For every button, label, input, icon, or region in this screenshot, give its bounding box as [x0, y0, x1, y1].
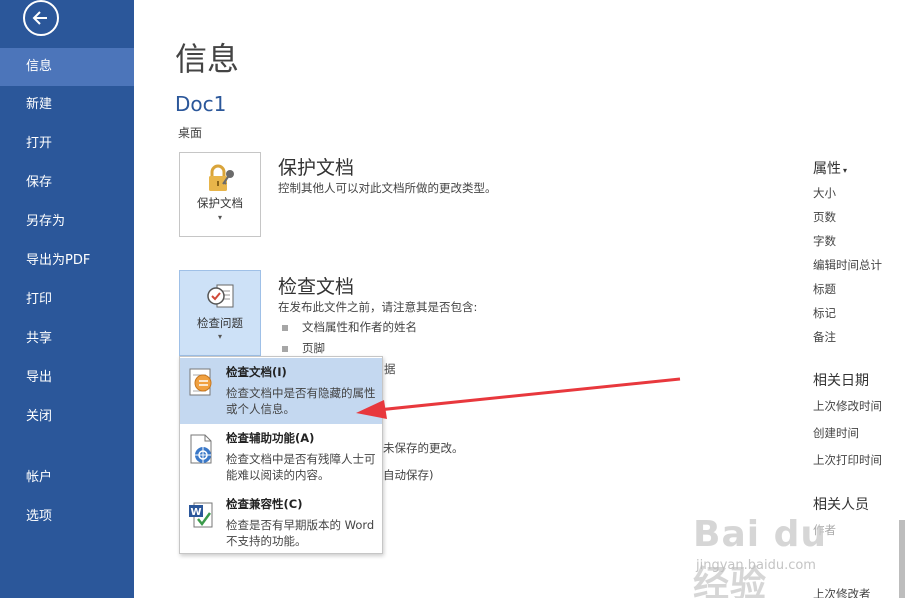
inspect-bullet-3-partial: 据	[384, 362, 396, 376]
accessibility-checker-icon	[190, 434, 212, 464]
sidebar-item-info[interactable]: 信息	[0, 48, 134, 86]
protect-document-title: 保护文档	[278, 157, 355, 179]
property-words: 字数	[813, 234, 836, 248]
inspect-bullet-1: 文档属性和作者的姓名	[282, 319, 417, 335]
date-created: 创建时间	[813, 426, 859, 440]
check-for-issues-menu: 检查文档(I) 检查文档中是否有隐藏的属性或个人信息。 检查辅助功能(A) 检查…	[179, 356, 383, 554]
property-size: 大小	[813, 186, 836, 200]
check-for-issues-button[interactable]: 检查问题 ▾	[179, 270, 261, 356]
inspect-document-desc: 在发布此文件之前，请注意其是否包含:	[278, 300, 478, 314]
menu-item-check-accessibility[interactable]: 检查辅助功能(A) 检查文档中是否有残障人士可能难以阅读的内容。	[180, 424, 382, 490]
property-tags: 标记	[813, 306, 836, 320]
document-name: Doc1	[175, 92, 227, 116]
sidebar-item-export-pdf[interactable]: 导出为PDF	[0, 242, 134, 280]
protect-document-tile-label: 保护文档	[197, 196, 243, 210]
vertical-scrollbar[interactable]	[899, 520, 905, 598]
properties-header-label: 属性	[813, 161, 841, 177]
menu-item-desc: 检查文档中是否有隐藏的属性或个人信息。	[226, 386, 376, 416]
back-button[interactable]	[23, 0, 59, 36]
sidebar-item-save[interactable]: 保存	[0, 164, 134, 202]
watermark-url: jingyan.baidu.com	[696, 558, 816, 573]
menu-item-title: 检查文档(I)	[226, 365, 287, 379]
protect-document-button[interactable]: 保护文档 ▾	[179, 152, 261, 237]
date-last-printed: 上次打印时间	[813, 453, 882, 467]
chevron-down-icon: ▾	[843, 166, 848, 175]
bullet-square-icon	[282, 324, 288, 331]
property-title: 标题	[813, 282, 836, 296]
menu-item-inspect-document[interactable]: 检查文档(I) 检查文档中是否有隐藏的属性或个人信息。	[180, 358, 382, 424]
sidebar-item-close[interactable]: 关闭	[0, 398, 134, 436]
dropdown-caret-icon: ▾	[217, 213, 222, 222]
menu-item-check-compatibility[interactable]: W 检查兼容性(C) 检查是否有早期版本的 Word 不支持的功能。	[180, 490, 382, 556]
protect-document-desc: 控制其他人可以对此文档所做的更改类型。	[278, 181, 497, 195]
sidebar-item-new[interactable]: 新建	[0, 86, 134, 124]
property-comments: 备注	[813, 330, 836, 344]
property-total-editing-time: 编辑时间总计	[813, 258, 882, 272]
lock-key-icon	[209, 164, 234, 191]
inspect-document-icon	[189, 368, 212, 396]
menu-item-title: 检查辅助功能(A)	[226, 431, 315, 445]
backstage-sidebar: 信息 新建 打开 保存 另存为 导出为PDF 打印 共享 导出 关闭 帐户 选项	[0, 0, 134, 598]
sidebar-item-save-as[interactable]: 另存为	[0, 203, 134, 241]
page-title: 信息	[175, 40, 240, 78]
sidebar-item-account[interactable]: 帐户	[0, 459, 134, 497]
sidebar-item-print[interactable]: 打印	[0, 281, 134, 319]
bullet-text: 文档属性和作者的姓名	[302, 320, 417, 334]
sidebar-item-share[interactable]: 共享	[0, 320, 134, 358]
inspect-document-icon	[207, 284, 234, 308]
versions-desc-partial: 未保存的更改。	[383, 441, 464, 455]
menu-item-desc: 检查是否有早期版本的 Word 不支持的功能。	[226, 518, 375, 548]
sidebar-item-export[interactable]: 导出	[0, 359, 134, 397]
bullet-square-icon	[282, 345, 288, 352]
inspect-bullet-2: 页脚	[282, 340, 325, 356]
dropdown-caret-icon: ▾	[217, 332, 222, 341]
watermark-logo: Bai du 经验	[693, 514, 828, 598]
baidu-jingyan-watermark: Bai du 经验 jingyan.baidu.com	[693, 500, 863, 598]
menu-item-title: 检查兼容性(C)	[226, 497, 303, 511]
related-dates-header: 相关日期	[813, 373, 869, 389]
svg-text:W: W	[190, 507, 201, 518]
sidebar-item-open[interactable]: 打开	[0, 125, 134, 163]
compatibility-checker-icon: W	[189, 502, 213, 528]
property-pages: 页数	[813, 210, 836, 224]
properties-header[interactable]: 属性 ▾	[813, 158, 847, 178]
date-last-modified: 上次修改时间	[813, 399, 882, 413]
bullet-text: 页脚	[302, 341, 325, 355]
back-arrow-icon	[32, 11, 47, 25]
sidebar-item-options[interactable]: 选项	[0, 498, 134, 536]
inspect-document-title: 检查文档	[278, 276, 355, 298]
document-location[interactable]: 桌面	[178, 124, 202, 141]
versions-item-partial: 自动保存)	[383, 468, 434, 482]
check-for-issues-tile-label: 检查问题	[197, 316, 243, 330]
menu-item-desc: 检查文档中是否有残障人士可能难以阅读的内容。	[226, 452, 376, 482]
